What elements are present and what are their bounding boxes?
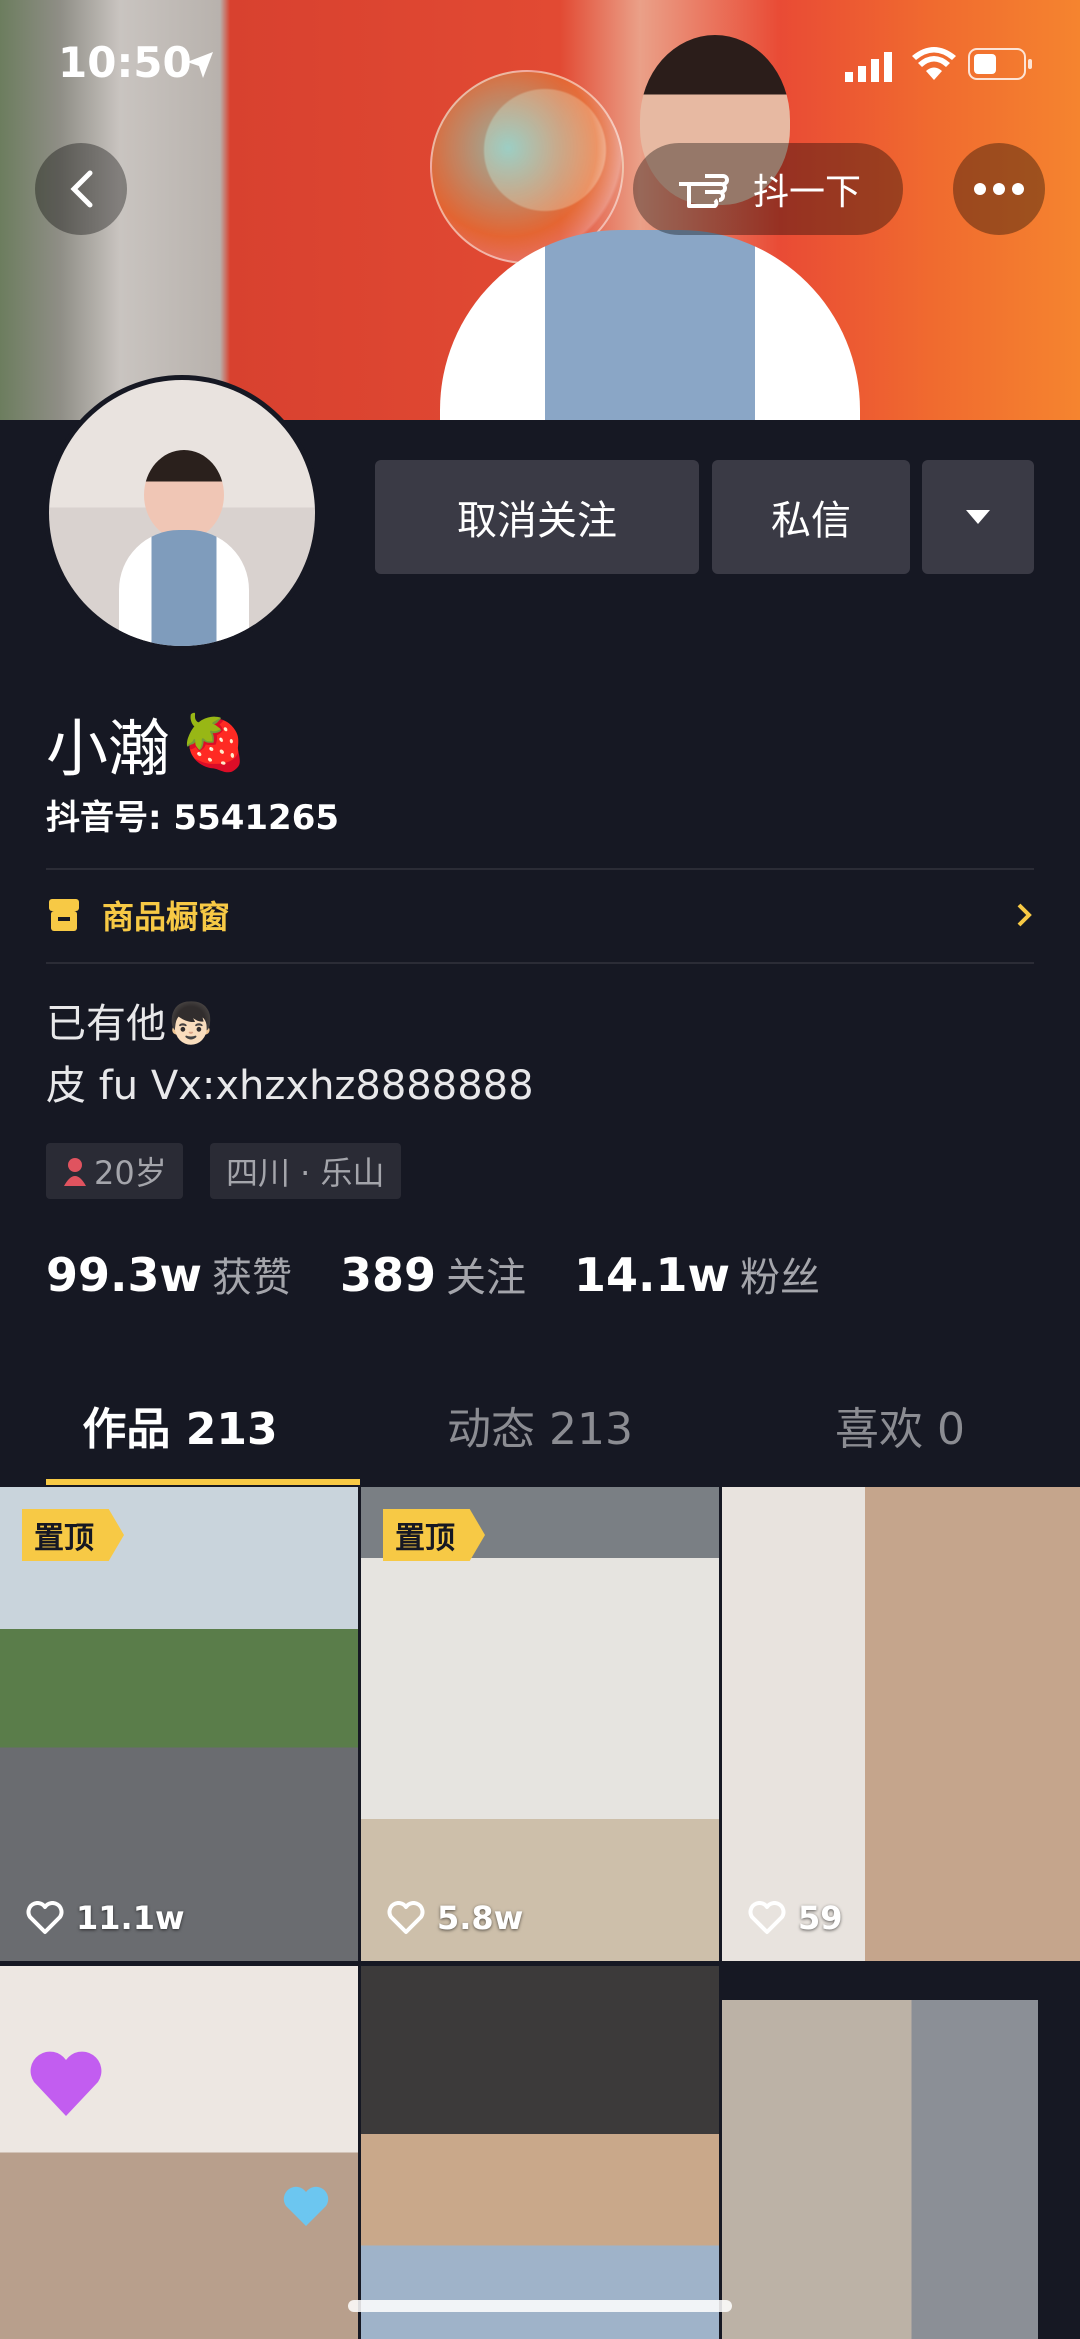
dropdown-button[interactable]	[922, 460, 1034, 574]
pinned-badge: 置顶	[22, 1509, 124, 1561]
profile-name: 小瀚 🍓	[46, 698, 247, 788]
status-time: 10:50	[58, 38, 192, 87]
message-button[interactable]: 私信	[712, 460, 910, 574]
likes-stat[interactable]: 99.3w 获赞	[46, 1245, 292, 1303]
heart-outline-icon	[26, 1901, 64, 1934]
bio-line-1: 已有他👦🏻	[46, 993, 534, 1055]
video-thumbnail[interactable]	[0, 1966, 358, 2339]
signal-icon	[845, 52, 892, 82]
video-likes-count: 11.1w	[76, 1899, 185, 1937]
location-arrow-icon	[187, 52, 213, 78]
video-likes: 59	[748, 1899, 843, 1937]
fans-stat[interactable]: 14.1w 粉丝	[574, 1245, 820, 1303]
shake-button[interactable]: 抖一下	[633, 143, 903, 235]
more-dots-icon	[974, 183, 1024, 195]
purple-heart-icon	[30, 2051, 102, 2116]
avatar-head	[144, 450, 224, 540]
video-thumbnail[interactable]: 59	[722, 1487, 1080, 1961]
fans-label: 粉丝	[740, 1255, 821, 1301]
likes-number: 99.3w	[46, 1248, 202, 1302]
pinned-badge: 置顶	[383, 1509, 485, 1561]
age-text: 20岁	[94, 1154, 167, 1192]
home-indicator[interactable]	[348, 2300, 732, 2312]
chevron-left-icon	[70, 170, 93, 208]
divider	[46, 962, 1034, 964]
video-likes-count: 59	[798, 1899, 843, 1937]
video-thumbnail[interactable]	[722, 2000, 1038, 2339]
heart-outline-icon	[748, 1901, 786, 1934]
following-stat[interactable]: 389 关注	[340, 1245, 526, 1303]
likes-label: 获赞	[212, 1255, 292, 1301]
wifi-icon	[912, 47, 956, 80]
caret-down-icon	[966, 510, 990, 524]
tab-works[interactable]: 作品 213	[0, 1390, 360, 1485]
battery-icon	[968, 48, 1032, 80]
shop-icon	[49, 899, 79, 931]
avatar-body	[119, 530, 249, 646]
video-likes: 11.1w	[26, 1899, 185, 1937]
back-button[interactable]	[35, 143, 127, 235]
blue-heart-icon	[283, 2186, 329, 2226]
shop-label: 商品橱窗	[102, 898, 231, 936]
chevron-right-icon	[1017, 903, 1032, 927]
following-label: 关注	[446, 1255, 527, 1301]
profile-tabs: 作品 213 动态 213 喜欢 0	[0, 1390, 1080, 1485]
following-number: 389	[340, 1248, 437, 1302]
fans-number: 14.1w	[574, 1248, 731, 1302]
shake-label: 抖一下	[752, 172, 861, 213]
tab-likes[interactable]: 喜欢 0	[720, 1390, 1080, 1485]
location-tag: 四川 · 乐山	[210, 1143, 401, 1199]
name-text: 小瀚	[46, 712, 171, 785]
strawberry-emoji: 🍓	[180, 711, 248, 774]
video-likes: 5.8w	[387, 1899, 523, 1937]
divider	[46, 868, 1034, 870]
avatar[interactable]	[44, 375, 320, 651]
video-likes-count: 5.8w	[437, 1899, 524, 1937]
more-button[interactable]	[953, 143, 1045, 235]
video-thumbnail[interactable]: 置顶 5.8w	[361, 1487, 719, 1961]
unfollow-button[interactable]: 取消关注	[375, 460, 699, 574]
tab-activity[interactable]: 动态 213	[360, 1390, 720, 1485]
age-tag: 20岁	[46, 1143, 183, 1199]
bio-line-2: 皮 fu Vx:xhzxhz8888888	[46, 1063, 534, 1109]
boy-emoji: 👦🏻	[166, 1001, 216, 1047]
bio: 已有他👦🏻 皮 fu Vx:xhzxhz8888888	[46, 993, 534, 1117]
shop-window-row[interactable]: 商品橱窗	[46, 880, 1034, 950]
video-thumbnail[interactable]: 置顶 11.1w	[0, 1487, 358, 1961]
female-icon	[64, 1158, 86, 1186]
douyin-id: 抖音号: 5541265	[46, 798, 340, 838]
heart-outline-icon	[387, 1901, 425, 1934]
bio-line-1-text: 已有他	[46, 1001, 166, 1047]
pointing-hand-icon	[678, 174, 729, 208]
stats-row: 99.3w 获赞 389 关注 14.1w 粉丝	[46, 1245, 820, 1303]
video-thumbnail[interactable]	[361, 1966, 719, 2339]
